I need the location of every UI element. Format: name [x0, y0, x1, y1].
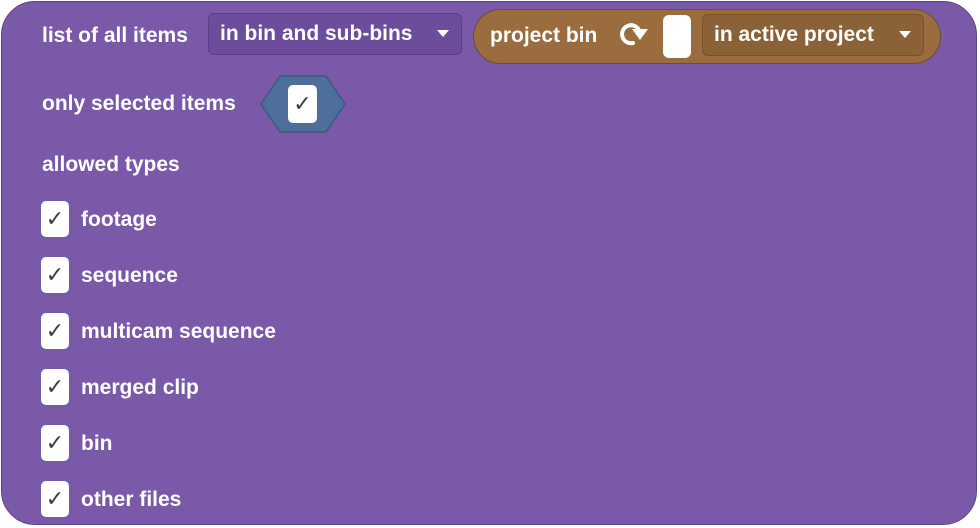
checkmark-icon: ✓: [293, 91, 312, 116]
type-label-merged-clip: merged clip: [81, 376, 199, 399]
allowed-types-label: allowed types: [42, 153, 180, 176]
only-selected-boolean-slot[interactable]: ✓: [260, 75, 346, 133]
merged-clip-checkbox[interactable]: ✓: [41, 369, 69, 405]
list-all-items-block[interactable]: list of all items in bin and sub-bins pr…: [1, 1, 977, 525]
chevron-down-icon: [437, 30, 449, 37]
scope-dropdown[interactable]: in bin and sub-bins: [208, 13, 462, 55]
type-label-bin: bin: [81, 432, 113, 455]
project-dropdown-label: in active project: [714, 23, 874, 46]
checkmark-icon: ✓: [45, 318, 65, 343]
checkmark-icon: ✓: [45, 486, 65, 511]
bin-checkbox[interactable]: ✓: [41, 425, 69, 461]
project-dropdown[interactable]: in active project: [702, 14, 924, 56]
sequence-checkbox[interactable]: ✓: [41, 257, 69, 293]
project-bin-reporter[interactable]: project bin in active project: [473, 9, 941, 64]
scope-dropdown-label: in bin and sub-bins: [220, 22, 413, 45]
checkmark-icon: ✓: [45, 206, 65, 231]
bin-input-slot[interactable]: [663, 15, 691, 58]
multicam-sequence-checkbox[interactable]: ✓: [41, 313, 69, 349]
checkmark-icon: ✓: [45, 262, 65, 287]
type-label-footage: footage: [81, 208, 157, 231]
project-bin-label: project bin: [490, 24, 598, 47]
checkmark-icon: ✓: [45, 374, 65, 399]
checkmark-icon: ✓: [45, 430, 65, 455]
list-label: list of all items: [42, 24, 188, 47]
type-label-other-files: other files: [81, 488, 182, 511]
only-selected-checkbox[interactable]: ✓: [288, 85, 317, 123]
footage-checkbox[interactable]: ✓: [41, 201, 69, 237]
rotate-arrow-icon: [617, 21, 651, 49]
only-selected-label: only selected items: [42, 92, 236, 115]
chevron-down-icon: [899, 31, 911, 38]
other-files-checkbox[interactable]: ✓: [41, 481, 69, 517]
type-label-multicam-sequence: multicam sequence: [81, 320, 276, 343]
type-label-sequence: sequence: [81, 264, 178, 287]
